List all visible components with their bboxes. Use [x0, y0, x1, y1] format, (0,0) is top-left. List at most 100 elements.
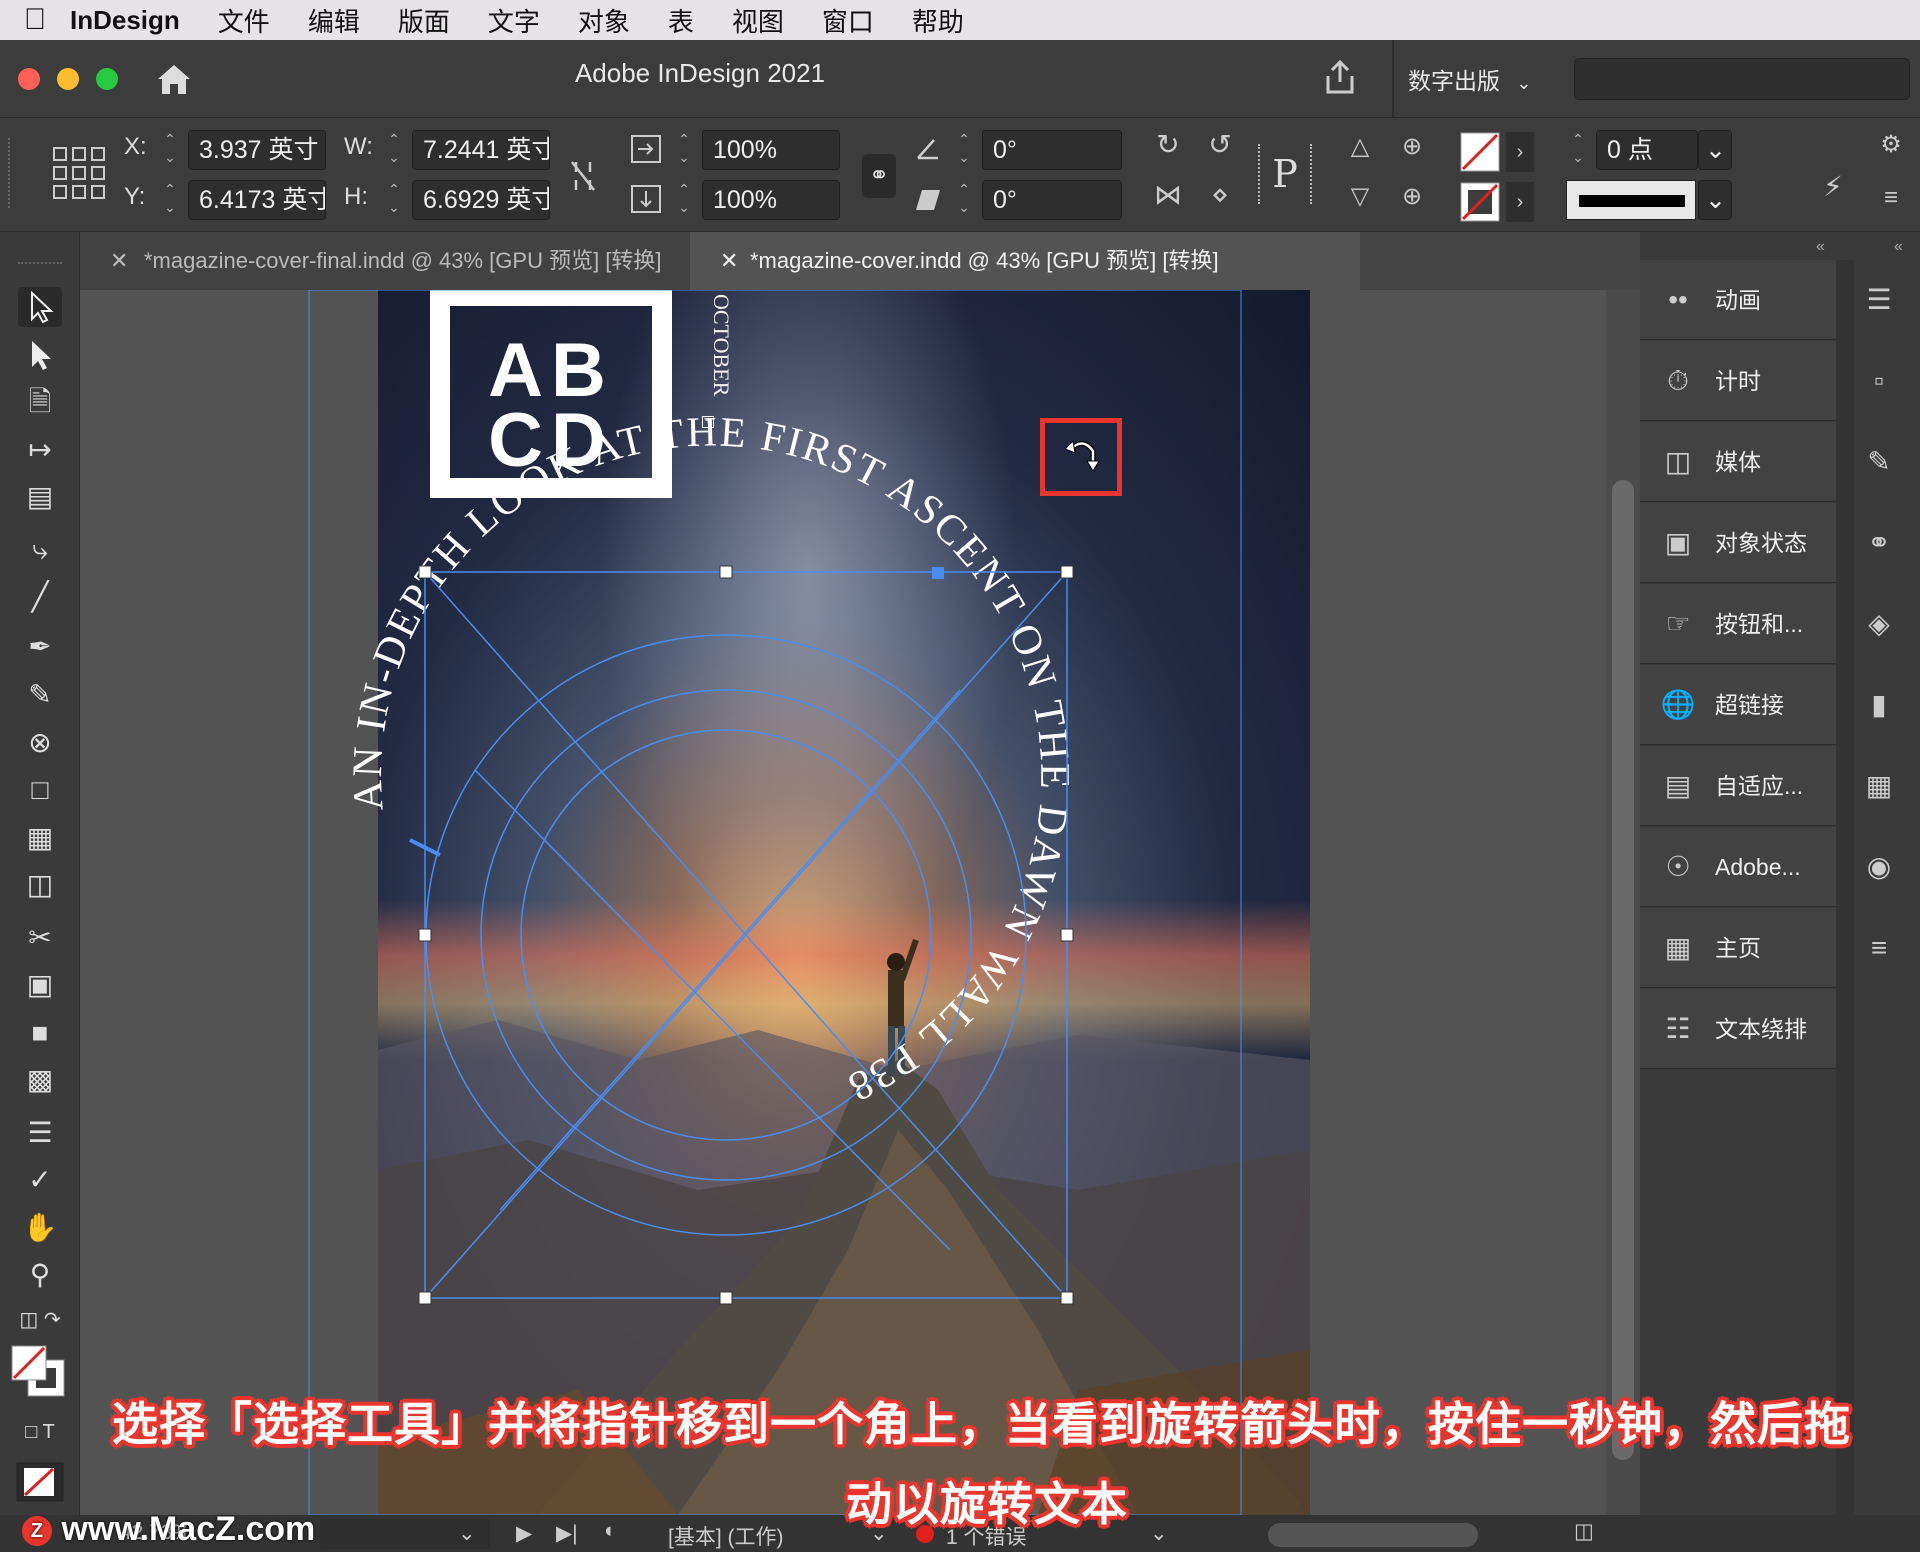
stroke-type-swatch[interactable]	[1566, 180, 1696, 220]
rotate-clockwise-icon[interactable]: ↻	[1148, 128, 1188, 161]
menu-file[interactable]: 文件	[218, 2, 270, 39]
reference-point-icon[interactable]	[52, 146, 106, 200]
rotate-stepper[interactable]: ⌃ ⌄	[952, 130, 976, 170]
menu-edit[interactable]: 编辑	[308, 2, 360, 39]
panel-menu-icon[interactable]: ≡	[1874, 184, 1908, 212]
properties-icon[interactable]: ☰	[1854, 260, 1904, 340]
flip-vertical-icon[interactable]: ⋄	[1200, 178, 1240, 211]
split-view-icon[interactable]: ◫	[1574, 1519, 1594, 1544]
apple-icon[interactable]: 	[0, 3, 70, 37]
formatting-container-icon[interactable]: □ T	[18, 1412, 62, 1452]
menu-object[interactable]: 对象	[578, 2, 630, 39]
menu-type[interactable]: 文字	[488, 2, 540, 39]
quick-actions-icon[interactable]: ⚡	[1816, 170, 1850, 203]
select-content-icon[interactable]: ▽	[1340, 182, 1380, 211]
layers-icon[interactable]: ◈	[1854, 584, 1904, 664]
w-stepper[interactable]: ⌃ ⌄	[382, 130, 406, 170]
stroke-weight-dropdown[interactable]: ⌄	[1698, 130, 1732, 170]
menu-app-name[interactable]: InDesign	[70, 5, 180, 36]
flip-horizontal-icon[interactable]: ⋈	[1148, 178, 1188, 211]
default-colors-icon[interactable]: ◫ ↷	[18, 1300, 62, 1340]
next-page-icon[interactable]: ▶	[516, 1521, 532, 1546]
close-icon[interactable]: ✕	[720, 232, 738, 290]
zoom-window-button[interactable]	[96, 68, 118, 90]
fill-stroke-swatch-icon[interactable]	[10, 1344, 70, 1400]
tab-magazine-cover-final[interactable]: ✕ *magazine-cover-final.indd @ 43% [GPU …	[80, 232, 690, 290]
x-field[interactable]: 3.937 英寸	[188, 130, 326, 170]
panel-animation[interactable]: •• 动画	[1640, 260, 1836, 340]
free-transform-tool-icon[interactable]: ▣	[18, 965, 62, 1005]
color-icon[interactable]: ◉	[1854, 827, 1904, 907]
h-field[interactable]: 6.6929 英寸	[412, 180, 550, 220]
shear-field[interactable]: 0°	[982, 180, 1122, 220]
hand-tool-icon[interactable]: ✋	[18, 1208, 62, 1248]
menu-layout[interactable]: 版面	[398, 2, 450, 39]
home-icon[interactable]	[155, 62, 193, 96]
w-field[interactable]: 7.2441 英寸	[412, 130, 550, 170]
zoom-tool-icon[interactable]: ⚲	[18, 1255, 62, 1295]
panel-liquid-layout[interactable]: ▤ 自适应...	[1640, 746, 1836, 826]
collapse-dock-icon[interactable]: «	[1816, 238, 1825, 256]
scale-y-stepper[interactable]: ⌃ ⌄	[672, 180, 696, 220]
close-icon[interactable]: ✕	[110, 232, 128, 290]
direct-selection-tool-icon[interactable]	[18, 335, 62, 375]
content-collector-icon[interactable]: ▤	[18, 477, 62, 517]
collapse-dock-icon[interactable]: «	[1894, 238, 1903, 256]
select-container-icon[interactable]: △	[1340, 132, 1380, 161]
preflight-profile[interactable]: [基本] (工作)	[668, 1521, 784, 1551]
links-icon[interactable]: ⚭	[1854, 503, 1904, 583]
stroke-menu-arrow[interactable]: ›	[1506, 182, 1534, 222]
pages-panel-icon[interactable]: ▫	[1854, 341, 1904, 421]
panel-buttons-and-forms[interactable]: ☞ 按钮和...	[1640, 584, 1836, 664]
fill-none-swatch-icon[interactable]	[1460, 132, 1500, 172]
menu-table[interactable]: 表	[668, 2, 694, 39]
last-page-icon[interactable]: ▶|	[556, 1521, 578, 1546]
panel-object-states[interactable]: ▣ 对象状态	[1640, 503, 1836, 583]
rotate-counterclockwise-icon[interactable]: ↺	[1200, 128, 1240, 161]
cc-libraries-icon[interactable]: ✎	[1854, 422, 1904, 502]
vertical-scrollbar[interactable]	[1606, 290, 1640, 1515]
stroke-weight-field[interactable]: 0 点	[1596, 130, 1698, 170]
scale-x-field[interactable]: 100%	[702, 130, 840, 170]
menu-window[interactable]: 窗口	[822, 2, 874, 39]
selection-tool-icon[interactable]	[18, 287, 62, 327]
y-field[interactable]: 6.4173 英寸	[188, 180, 326, 220]
constrain-proportions-icon[interactable]	[568, 158, 598, 194]
panel-media[interactable]: ◫ 媒体	[1640, 422, 1836, 502]
gap-tool-icon[interactable]: ↦	[18, 430, 62, 470]
rectangle-tool-icon[interactable]: □	[18, 770, 62, 810]
rectangle-frame-tool-icon[interactable]: ⊗	[18, 723, 62, 763]
pen-curvature-icon[interactable]: ⤷	[18, 530, 62, 570]
stroke-none-swatch-icon[interactable]	[1460, 182, 1500, 222]
pen-tool-icon[interactable]: ✒	[18, 627, 62, 667]
gear-icon[interactable]: ⚙	[1874, 130, 1908, 159]
chevron-down-icon[interactable]: ⌄	[1150, 1521, 1168, 1546]
scale-y-field[interactable]: 100%	[702, 180, 840, 220]
gradient-feather-tool-icon[interactable]: ▩	[18, 1060, 62, 1100]
arc-text[interactable]: AN IN-DEPTH LOOK AT THE FIRST ASCENT ON …	[345, 409, 1077, 1110]
stroke-weight-stepper[interactable]: ⌃ ⌄	[1566, 130, 1590, 170]
stroke-type-dropdown[interactable]: ⌄	[1698, 180, 1732, 220]
gradient-panel-icon[interactable]: ▮	[1854, 665, 1904, 745]
gradient-swatch-tool-icon[interactable]: ■	[18, 1013, 62, 1053]
workspace-switcher[interactable]: 数字出版 ⌄	[1408, 62, 1531, 96]
panel-timing[interactable]: ⏱ 计时	[1640, 341, 1836, 421]
table-tool-icon[interactable]: ▦	[18, 818, 62, 858]
chevron-down-icon[interactable]: ⌄	[458, 1521, 476, 1546]
panel-adobe-cc[interactable]: ☉ Adobe...	[1640, 827, 1836, 907]
panel-pages[interactable]: ▦ 主页	[1640, 908, 1836, 988]
open-page-icon[interactable]: ◐	[604, 1519, 617, 1543]
search-input[interactable]	[1574, 58, 1910, 100]
horizontal-scrollbar-thumb[interactable]	[1268, 1523, 1478, 1547]
eyedropper-tool-icon[interactable]: ✓	[18, 1160, 62, 1200]
pasteboard[interactable]: AB CD OCTOBER + AN IN-DEPTH LOOK AT THE …	[80, 290, 1640, 1515]
menu-view[interactable]: 视图	[732, 2, 784, 39]
pencil-tool-icon[interactable]: ✎	[18, 675, 62, 715]
panel-hyperlinks[interactable]: 🌐 超链接	[1640, 665, 1836, 745]
h-stepper[interactable]: ⌃ ⌄	[382, 180, 406, 220]
y-stepper[interactable]: ⌃ ⌄	[158, 180, 182, 220]
rotate-field[interactable]: 0°	[982, 130, 1122, 170]
paragraph-styles-icon[interactable]: ≡	[1854, 908, 1904, 988]
close-window-button[interactable]	[18, 68, 40, 90]
scale-x-stepper[interactable]: ⌃ ⌄	[672, 130, 696, 170]
